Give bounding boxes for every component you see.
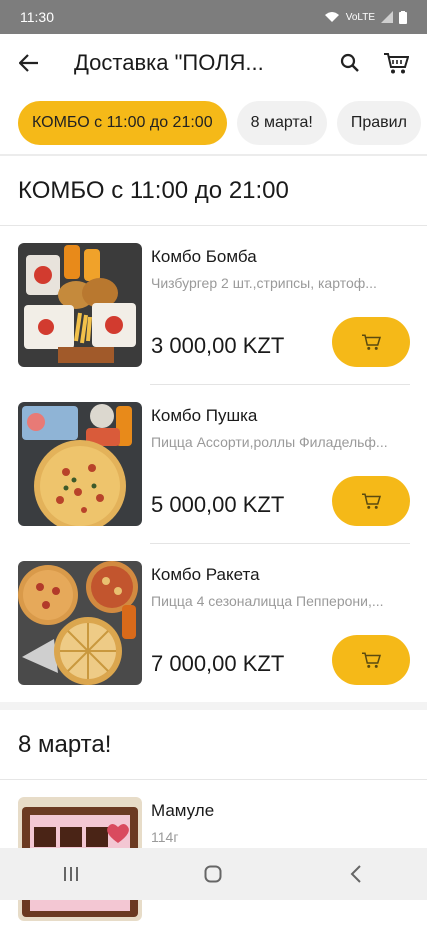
product-name: Комбо Ракета	[151, 565, 260, 584]
arrow-left-icon	[19, 54, 38, 72]
app-bar: Доставка "ПОЛЯ...	[0, 34, 427, 92]
chevron-left-icon	[350, 865, 361, 883]
add-to-cart-button[interactable]	[332, 317, 410, 367]
cart-button[interactable]	[377, 44, 415, 82]
search-icon	[340, 53, 359, 72]
combo-burger-photo	[18, 243, 142, 367]
status-bar: 11:30 VoLTE	[0, 0, 427, 34]
cart-icon	[362, 334, 381, 350]
recent-apps-icon	[64, 867, 79, 881]
home-icon	[204, 865, 222, 883]
section-gap	[0, 702, 427, 710]
cart-icon	[362, 493, 381, 509]
search-button[interactable]	[331, 44, 369, 82]
network-label: VoLTE	[345, 11, 375, 23]
home-button[interactable]	[193, 854, 233, 894]
status-icons: VoLTE	[324, 10, 407, 24]
cart-icon	[362, 652, 381, 668]
combo-pizzas-photo	[18, 561, 142, 685]
battery-icon	[399, 10, 407, 24]
chip-combo[interactable]: КОМБО с 11:00 до 21:00	[18, 101, 227, 145]
product-name: Комбо Пушка	[151, 406, 258, 425]
category-chips: КОМБО с 11:00 до 21:00 8 марта! Правил	[0, 92, 427, 156]
product-item[interactable]: Комбо Пушка Пицца Ассорти,роллы Филадель…	[0, 385, 427, 543]
chip-rules[interactable]: Правил	[336, 101, 421, 145]
product-price: 5 000,00 KZT	[151, 492, 285, 517]
combo-pizza-rolls-photo	[18, 402, 142, 526]
status-time: 11:30	[20, 9, 54, 25]
product-price: 7 000,00 KZT	[151, 651, 285, 676]
product-item[interactable]: Комбо Бомба Чизбургер 2 шт.,стрипсы, кар…	[0, 226, 427, 384]
product-item[interactable]: Комбо Ракета Пицца 4 сезоналицца Пепперо…	[0, 544, 427, 702]
chip-march-8[interactable]: 8 марта!	[236, 101, 327, 145]
wifi-icon	[324, 12, 339, 22]
back-button[interactable]	[12, 46, 46, 80]
recent-apps-button[interactable]	[51, 854, 91, 894]
product-description: Пицца 4 сезоналицца Пепперони,...	[151, 593, 384, 609]
product-description: Пицца Ассорти,роллы Филадельф...	[151, 434, 388, 450]
page-title: Доставка "ПОЛЯ...	[74, 50, 264, 75]
system-nav-bar	[0, 848, 427, 900]
system-back-button[interactable]	[336, 854, 376, 894]
product-price: 3 000,00 KZT	[151, 333, 285, 358]
product-name: Мамуле	[151, 801, 215, 820]
product-weight: 114г	[151, 829, 179, 845]
section-title-combo: КОМБО с 11:00 до 21:00	[0, 156, 427, 226]
add-to-cart-button[interactable]	[332, 476, 410, 526]
signal-icon	[381, 11, 393, 23]
add-to-cart-button[interactable]	[332, 635, 410, 685]
product-description: Чизбургер 2 шт.,стрипсы, картоф...	[151, 275, 377, 291]
cart-icon	[384, 53, 409, 74]
product-name: Комбо Бомба	[151, 247, 257, 266]
section-title-march-8: 8 марта!	[0, 710, 427, 780]
